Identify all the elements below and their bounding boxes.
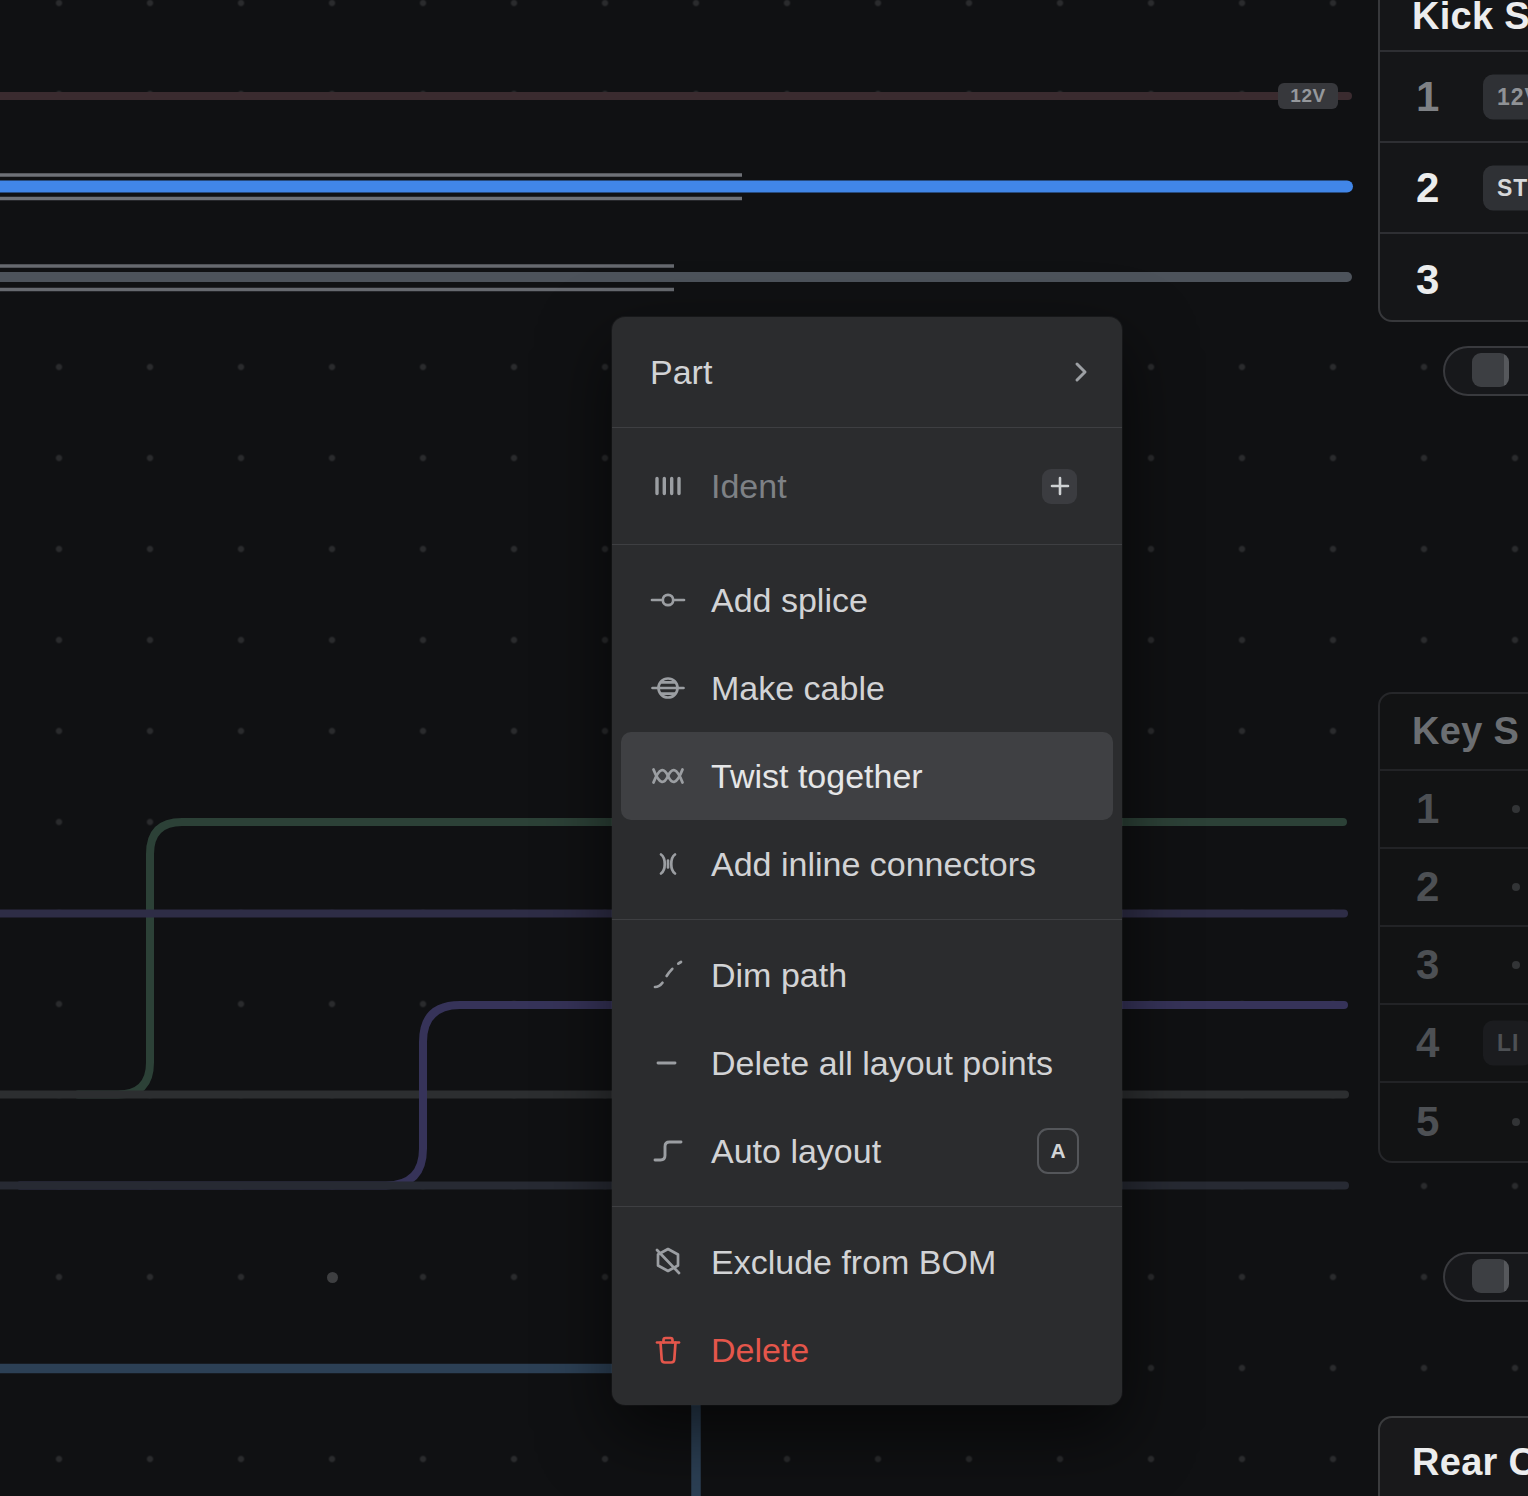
menu-item-ident[interactable]: Ident xyxy=(621,442,1113,530)
menu-item-label: Twist together xyxy=(711,757,923,796)
pin-row[interactable]: 2 xyxy=(1380,849,1528,927)
menu-item-label: Auto layout xyxy=(711,1132,881,1171)
pin-row[interactable]: 4 LI xyxy=(1380,1005,1528,1083)
wire-net-label: 12V xyxy=(1278,83,1338,109)
menu-item-label: Add inline connectors xyxy=(711,845,1036,884)
menu-item-delete[interactable]: Delete xyxy=(621,1306,1113,1394)
pin-number: 2 xyxy=(1416,863,1439,911)
menu-item-part[interactable]: Part xyxy=(621,328,1113,416)
pin-dot xyxy=(1512,883,1520,891)
context-menu-section: Part xyxy=(612,317,1122,427)
menu-item-label: Ident xyxy=(711,467,787,506)
trash-icon xyxy=(650,1332,686,1368)
context-menu: Part Ident Add splice Make cable Twist toget… xyxy=(612,317,1122,1405)
cable-icon xyxy=(650,670,686,706)
menu-item-auto-layout[interactable]: Auto layout A xyxy=(621,1107,1113,1195)
menu-item-label: Delete xyxy=(711,1331,809,1370)
pin-row[interactable]: 1 12V xyxy=(1380,52,1528,143)
pin-number: 3 xyxy=(1416,941,1439,989)
twist-icon xyxy=(650,758,686,794)
keycap-label: A xyxy=(1037,1128,1079,1174)
menu-item-label: Make cable xyxy=(711,669,885,708)
pin-number: 1 xyxy=(1416,73,1439,121)
context-menu-section: Dim path Delete all layout points Auto lay… xyxy=(612,919,1122,1206)
menu-item-dim-path[interactable]: Dim path xyxy=(621,931,1113,1019)
wire-steel-blue[interactable] xyxy=(0,1369,696,1496)
connector-toggle-key[interactable] xyxy=(1443,1252,1528,1302)
pin-number: 4 xyxy=(1416,1019,1439,1067)
menu-item-label: Part xyxy=(650,353,712,392)
toggle-knob xyxy=(1472,353,1509,387)
keyboard-shortcut-badge: A xyxy=(1037,1128,1089,1174)
chevron-right-icon xyxy=(1073,359,1089,385)
menu-item-label: Add splice xyxy=(711,581,868,620)
menu-item-add-inline-connectors[interactable]: Add inline connectors xyxy=(621,820,1113,908)
minus-icon xyxy=(650,1045,686,1081)
menu-item-exclude-from-bom[interactable]: Exclude from BOM xyxy=(621,1218,1113,1306)
context-menu-section: Exclude from BOM Delete xyxy=(612,1206,1122,1405)
pin-number: 1 xyxy=(1416,785,1439,833)
connector-table-title: Rear C xyxy=(1380,1418,1528,1496)
pin-number: 5 xyxy=(1416,1098,1439,1146)
pin-row[interactable]: 3 xyxy=(1380,927,1528,1005)
wire-net-badge: LI xyxy=(1483,1021,1528,1066)
bom-slash-icon xyxy=(650,1244,686,1280)
menu-item-label: Exclude from BOM xyxy=(711,1243,996,1282)
menu-item-twist-together[interactable]: Twist together xyxy=(621,732,1113,820)
context-menu-section: Add splice Make cable Twist together Add in… xyxy=(612,544,1122,919)
pin-dot xyxy=(1512,805,1520,813)
connector-table-key: Key S 1 2 3 4 LI 5 xyxy=(1378,692,1528,1163)
connector-table-title: Key S xyxy=(1380,694,1528,771)
connector-table-rear: Rear C xyxy=(1378,1416,1528,1496)
menu-item-make-cable[interactable]: Make cable xyxy=(621,644,1113,732)
inline-connector-icon xyxy=(650,846,686,882)
dim-path-icon xyxy=(650,957,686,993)
menu-item-label: Delete all layout points xyxy=(711,1044,1053,1083)
context-menu-section: Ident xyxy=(612,427,1122,544)
pin-row[interactable]: 2 ST xyxy=(1380,143,1528,234)
add-ident-button[interactable] xyxy=(1042,469,1089,504)
pin-dot xyxy=(1512,1118,1520,1126)
pin-row[interactable]: 5 xyxy=(1380,1083,1528,1161)
plus-icon xyxy=(1042,469,1077,504)
connector-table-title: Kick S xyxy=(1380,0,1528,52)
connector-table-kick: Kick S 1 12V 2 ST 3 xyxy=(1378,0,1528,322)
wire-net-badge: ST xyxy=(1483,165,1528,210)
auto-layout-icon xyxy=(650,1133,686,1169)
pin-row[interactable]: 3 xyxy=(1380,234,1528,322)
wire-net-badge: 12V xyxy=(1483,74,1528,119)
connector-toggle-kick[interactable] xyxy=(1443,346,1528,396)
ident-icon xyxy=(650,468,686,504)
menu-item-delete-all-layout-points[interactable]: Delete all layout points xyxy=(621,1019,1113,1107)
menu-item-add-splice[interactable]: Add splice xyxy=(621,556,1113,644)
toggle-knob xyxy=(1472,1259,1509,1293)
pin-number: 3 xyxy=(1416,256,1439,304)
splice-icon xyxy=(650,582,686,618)
pin-dot xyxy=(1512,961,1520,969)
pin-row[interactable]: 1 xyxy=(1380,771,1528,849)
menu-item-label: Dim path xyxy=(711,956,847,995)
pin-number: 2 xyxy=(1416,164,1439,212)
